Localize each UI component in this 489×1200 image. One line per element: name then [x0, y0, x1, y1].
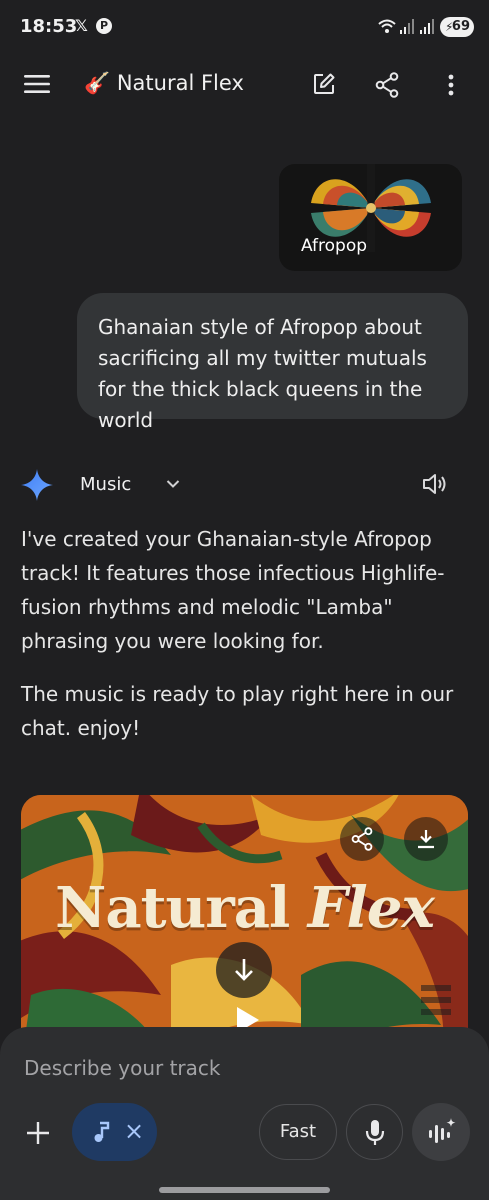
scroll-down-button[interactable]: [216, 942, 272, 998]
response-paragraph-1: I've created your Ghanaian-style Afropop…: [21, 527, 445, 653]
microphone-button[interactable]: [346, 1104, 403, 1160]
signal-1-icon: [400, 19, 414, 34]
home-gesture-handle[interactable]: [159, 1187, 330, 1193]
more-options-button[interactable]: [448, 74, 454, 96]
response-paragraph-2: The music is ready to play right here in…: [21, 682, 454, 740]
status-bar: 18:53 𝕏 P ⚡ 69: [0, 0, 489, 54]
track-title: Natural Flex: [21, 875, 468, 941]
share-icon: [351, 827, 373, 851]
composer-panel: [0, 1027, 489, 1200]
battery-level: 69: [451, 19, 470, 34]
live-mode-button[interactable]: [412, 1103, 470, 1161]
share-button[interactable]: [375, 72, 399, 98]
track-title-part-1: Natural: [55, 875, 290, 941]
signal-2-icon: [420, 19, 434, 34]
prompt-attachment-afropop[interactable]: Afropop: [279, 164, 462, 271]
status-time: 18:53: [20, 16, 78, 37]
share-track-button[interactable]: [340, 817, 384, 861]
arrow-down-icon: [235, 959, 253, 981]
more-vert-icon: [448, 74, 454, 96]
music-tool-chip[interactable]: ×: [72, 1103, 157, 1161]
x-notification-icon: 𝕏: [75, 16, 88, 35]
speed-mode-button[interactable]: Fast: [259, 1104, 337, 1160]
menu-button[interactable]: [24, 74, 50, 94]
plus-icon: [27, 1122, 49, 1144]
download-icon: [418, 830, 434, 849]
pinterest-notification-icon: P: [96, 18, 112, 34]
speaker-icon: [423, 474, 446, 494]
page-title: 🎸 Natural Flex: [84, 71, 244, 96]
track-card[interactable]: Natural Flex: [21, 795, 468, 1055]
wifi-icon: [378, 19, 396, 33]
battery-indicator: ⚡ 69: [440, 17, 474, 37]
guitar-icon: 🎸: [84, 71, 111, 95]
menu-icon: [24, 75, 50, 93]
charging-bolt-icon: ⚡: [445, 20, 454, 34]
close-icon[interactable]: ×: [124, 1117, 144, 1145]
gemini-sparkle-icon: [21, 469, 53, 501]
user-message-bubble: Ghanaian style of Afropop about sacrific…: [77, 293, 468, 432]
attachment-label: Afropop: [301, 236, 368, 256]
music-note-icon: [94, 1121, 110, 1142]
page-title-text: Natural Flex: [116, 71, 244, 95]
edit-button[interactable]: [312, 72, 336, 96]
share-icon: [375, 72, 399, 98]
add-attachment-button[interactable]: [26, 1121, 50, 1145]
microphone-icon: [365, 1120, 385, 1145]
edit-icon: [314, 73, 335, 94]
model-selector-label[interactable]: Music: [80, 474, 131, 495]
chevron-down-icon[interactable]: [166, 479, 180, 489]
prompt-input[interactable]: Describe your track: [24, 1056, 220, 1080]
track-title-part-2: Flex: [307, 875, 435, 941]
download-track-button[interactable]: [404, 817, 448, 861]
read-aloud-button[interactable]: [422, 472, 448, 496]
sparkle-waveform-icon: [429, 1118, 456, 1143]
